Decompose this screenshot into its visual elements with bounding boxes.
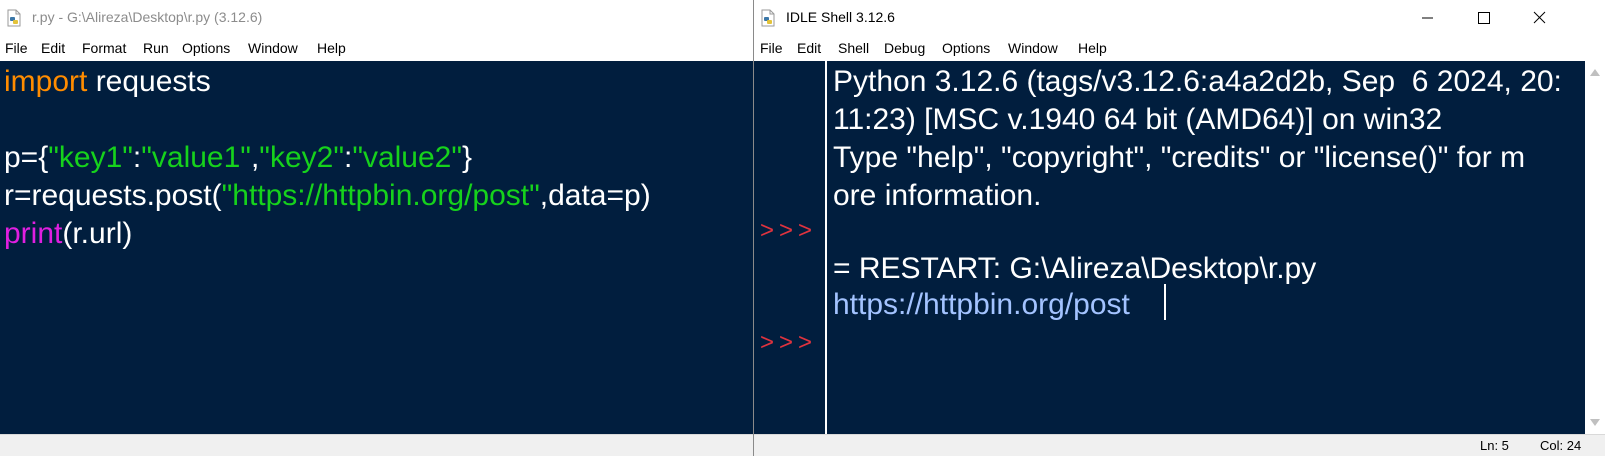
shell-titlebar[interactable]: IDLE Shell 3.12.6 — [754, 0, 1605, 36]
shell-banner-line: Python 3.12.6 (tags/v3.12.6:a4a2d2b, Sep… — [833, 65, 1562, 98]
code-text: p={ — [4, 141, 49, 174]
shell-prompt: >>> — [760, 329, 818, 356]
close-icon — [1533, 11, 1546, 24]
editor-menu-edit[interactable]: Edit — [41, 40, 65, 56]
shell-banner-line: Type "help", "copyright", "credits" or "… — [833, 141, 1526, 174]
code-line-4: r=requests.post("https://httpbin.org/pos… — [4, 177, 651, 215]
editor-code-area[interactable]: import requests p={"key1":"value1","key2… — [0, 61, 753, 434]
text-cursor — [1164, 284, 1166, 320]
shell-title: IDLE Shell 3.12.6 — [786, 9, 895, 25]
code-text: ,data=p) — [539, 179, 651, 212]
shell-statusbar: Ln: 5 Col: 24 — [754, 434, 1605, 456]
shell-prompt: >>> — [760, 217, 818, 244]
code-line-1: import requests — [4, 63, 211, 101]
editor-menu-window[interactable]: Window — [248, 40, 298, 56]
editor-titlebar[interactable]: r.py - G:\Alireza\Desktop\r.py (3.12.6) — [0, 0, 753, 36]
code-string: "https://httpbin.org/post" — [221, 179, 540, 212]
shell-menubar: File Edit Shell Debug Options Window Hel… — [754, 38, 1605, 62]
code-line-5: print(r.url) — [4, 215, 132, 253]
shell-menu-window[interactable]: Window — [1008, 40, 1058, 56]
shell-scrollbar[interactable] — [1585, 61, 1605, 434]
editor-window: r.py - G:\Alireza\Desktop\r.py (3.12.6) … — [0, 0, 753, 456]
shell-menu-options[interactable]: Options — [942, 40, 990, 56]
code-text: r=requests.post( — [4, 179, 222, 212]
code-string: "key1" — [48, 141, 133, 174]
shell-prompt-gutter: >>> >>> — [754, 61, 825, 434]
shell-output-area[interactable]: Python 3.12.6 (tags/v3.12.6:a4a2d2b, Sep… — [827, 61, 1585, 434]
code-string: "value2" — [352, 141, 463, 174]
editor-title: r.py - G:\Alireza\Desktop\r.py (3.12.6) — [32, 9, 263, 25]
editor-menu-format[interactable]: Format — [82, 40, 126, 56]
scroll-down-arrow-icon[interactable] — [1590, 419, 1600, 426]
shell-menu-file[interactable]: File — [760, 40, 783, 56]
editor-menu-options[interactable]: Options — [182, 40, 230, 56]
minimize-button[interactable] — [1405, 4, 1449, 32]
code-text: requests — [87, 65, 211, 98]
shell-menu-shell[interactable]: Shell — [838, 40, 869, 56]
code-text: (r.url) — [62, 217, 133, 250]
maximize-icon — [1478, 12, 1490, 24]
editor-menu-file[interactable]: File — [5, 40, 28, 56]
code-line-3: p={"key1":"value1","key2":"value2"} — [4, 139, 472, 177]
minimize-icon — [1422, 17, 1433, 19]
python-file-icon — [761, 9, 775, 27]
shell-menu-edit[interactable]: Edit — [797, 40, 821, 56]
python-file-icon — [7, 9, 21, 27]
shell-menu-debug[interactable]: Debug — [884, 40, 925, 56]
editor-menubar: File Edit Format Run Options Window Help — [0, 38, 753, 62]
builtin-print: print — [4, 217, 63, 250]
status-column-number: Col: 24 — [1540, 438, 1582, 453]
scroll-up-arrow-icon[interactable] — [1590, 69, 1600, 76]
code-text: : — [132, 141, 142, 174]
code-text: } — [462, 141, 473, 174]
code-string: "key2" — [259, 141, 344, 174]
shell-banner-line: ore information. — [833, 179, 1042, 212]
close-button[interactable] — [1517, 4, 1561, 32]
shell-restart-line: = RESTART: G:\Alireza\Desktop\r.py — [833, 252, 1317, 285]
status-line-number: Ln: 5 — [1480, 438, 1509, 453]
shell-menu-help[interactable]: Help — [1078, 40, 1107, 56]
shell-window: IDLE Shell 3.12.6 File Edit Shell Debug … — [754, 0, 1605, 456]
editor-menu-run[interactable]: Run — [143, 40, 169, 56]
editor-statusbar — [0, 434, 753, 456]
shell-output-line: https://httpbin.org/post — [833, 288, 1130, 321]
shell-banner-line: 11:23) [MSC v.1940 64 bit (AMD64)] on wi… — [833, 103, 1443, 136]
code-string: "value1" — [141, 141, 251, 174]
editor-menu-help[interactable]: Help — [317, 40, 346, 56]
keyword-import: import — [4, 65, 88, 98]
maximize-button[interactable] — [1461, 4, 1505, 32]
